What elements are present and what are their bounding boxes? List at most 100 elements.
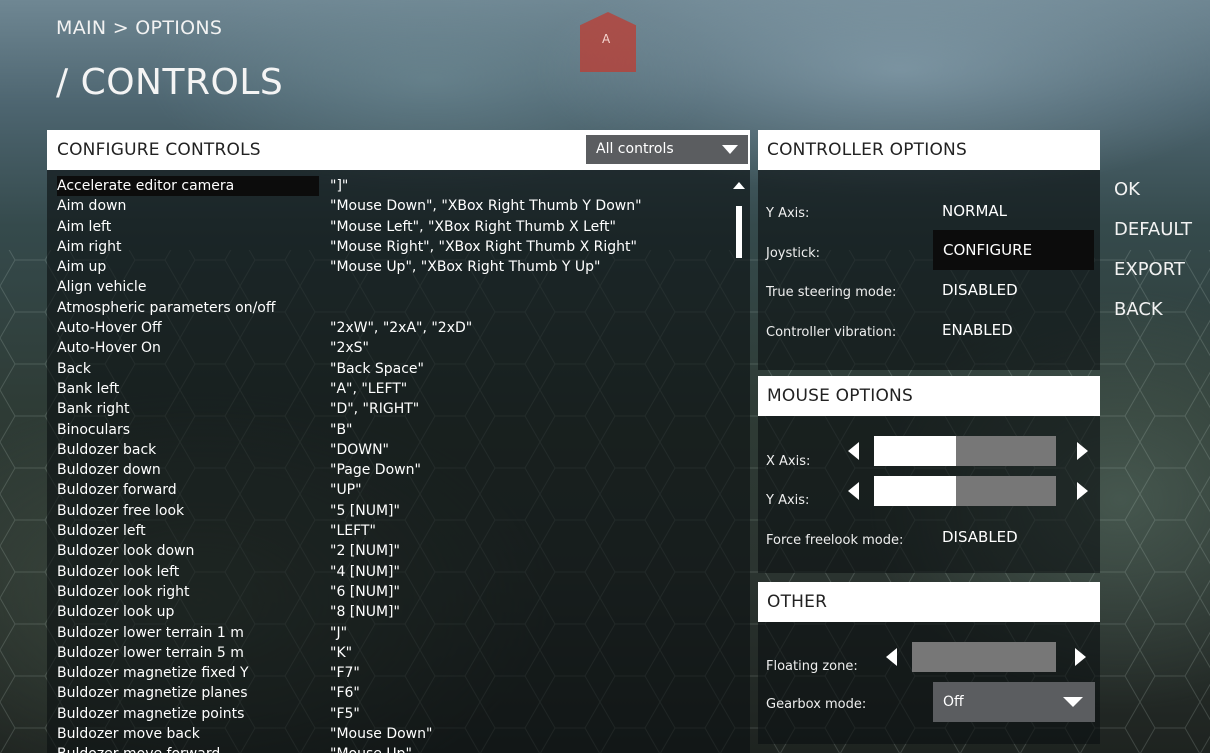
control-binding[interactable]: "Mouse Left", "XBox Right Thumb X Left" xyxy=(330,217,616,237)
control-binding[interactable]: "D", "RIGHT" xyxy=(330,399,419,419)
control-row[interactable]: Buldozer back "DOWN" xyxy=(47,440,732,460)
ok-button[interactable]: OK xyxy=(1114,178,1192,218)
control-row[interactable]: Buldozer move back "Mouse Down" xyxy=(47,724,732,744)
force-freelook-toggle[interactable]: DISABLED xyxy=(942,528,1018,546)
control-row[interactable]: Buldozer left "LEFT" xyxy=(47,521,732,541)
control-row[interactable]: Aim right "Mouse Right", "XBox Right Thum… xyxy=(47,237,732,257)
control-row[interactable]: Buldozer look left "4 [NUM]" xyxy=(47,562,732,582)
control-row[interactable]: Auto-Hover On "2xS" xyxy=(47,338,732,358)
slider-left-arrow-icon[interactable] xyxy=(848,442,859,460)
control-row[interactable]: Buldozer free look "5 [NUM]" xyxy=(47,501,732,521)
control-binding[interactable]: "J" xyxy=(330,623,347,643)
control-binding[interactable]: "A", "LEFT" xyxy=(330,379,407,399)
slider-right-arrow-icon[interactable] xyxy=(1075,648,1086,666)
control-row[interactable]: Bank right "D", "RIGHT" xyxy=(47,399,732,419)
control-row[interactable]: Buldozer lower terrain 5 m "K" xyxy=(47,643,732,663)
control-row[interactable]: Accelerate editor camera "]" xyxy=(47,176,732,196)
control-binding[interactable]: "Mouse Down", "XBox Right Thumb Y Down" xyxy=(330,196,642,216)
control-binding[interactable]: "UP" xyxy=(330,480,362,500)
controller-options-title: CONTROLLER OPTIONS xyxy=(767,140,967,160)
slider-right-arrow-icon[interactable] xyxy=(1077,442,1088,460)
control-row[interactable]: Aim up "Mouse Up", "XBox Right Thumb Y Up… xyxy=(47,257,732,277)
slider-right-arrow-icon[interactable] xyxy=(1077,482,1088,500)
scroll-thumb[interactable] xyxy=(736,206,742,258)
control-name: Auto-Hover Off xyxy=(57,320,162,337)
control-binding[interactable]: "Mouse Down" xyxy=(330,724,432,744)
control-binding[interactable]: "Back Space" xyxy=(330,359,424,379)
control-binding[interactable]: "Page Down" xyxy=(330,460,421,480)
other-options-panel: OTHER Floating zone: Gearbox mode: Off xyxy=(758,582,1100,744)
control-row[interactable]: Buldozer magnetize fixed Y "F7" xyxy=(47,663,732,683)
control-row[interactable]: Buldozer look up "8 [NUM]" xyxy=(47,602,732,622)
control-row[interactable]: Buldozer down "Page Down" xyxy=(47,460,732,480)
control-name: Buldozer magnetize fixed Y xyxy=(57,665,249,682)
control-binding[interactable]: "F6" xyxy=(330,683,360,703)
control-row[interactable]: Aim down "Mouse Down", "XBox Right Thumb … xyxy=(47,196,732,216)
control-binding[interactable]: "F5" xyxy=(330,704,360,724)
default-button[interactable]: DEFAULT xyxy=(1114,218,1192,258)
control-name: Aim down xyxy=(57,198,127,215)
slider-left-arrow-icon[interactable] xyxy=(886,648,897,666)
slider-track[interactable] xyxy=(874,436,1056,466)
slider-track[interactable] xyxy=(912,642,1056,672)
control-binding[interactable]: "F7" xyxy=(330,663,360,683)
control-row[interactable]: Buldozer look down "2 [NUM]" xyxy=(47,541,732,561)
control-row[interactable]: Buldozer forward "UP" xyxy=(47,480,732,500)
control-name: Buldozer left xyxy=(57,523,146,540)
slider-fill xyxy=(874,436,956,466)
control-binding[interactable]: "DOWN" xyxy=(330,440,389,460)
control-row[interactable]: Back "Back Space" xyxy=(47,359,732,379)
floating-zone-slider[interactable] xyxy=(886,642,1086,672)
slider-left-arrow-icon[interactable] xyxy=(848,482,859,500)
control-name: Aim left xyxy=(57,218,112,235)
scroll-up-icon[interactable] xyxy=(733,182,745,189)
joystick-label: Joystick: xyxy=(766,246,821,261)
control-binding[interactable]: "Mouse Up" xyxy=(330,744,412,753)
control-row[interactable]: Bank left "A", "LEFT" xyxy=(47,379,732,399)
control-binding[interactable]: "LEFT" xyxy=(330,521,376,541)
control-row[interactable]: Buldozer move forward "Mouse Up" xyxy=(47,744,732,753)
y-axis-invert-toggle[interactable]: NORMAL xyxy=(942,202,1007,220)
control-binding[interactable]: "8 [NUM]" xyxy=(330,602,400,622)
mouse-options-header: MOUSE OPTIONS xyxy=(758,376,1100,416)
slider-fill xyxy=(874,476,956,506)
control-row[interactable]: Buldozer magnetize planes "F6" xyxy=(47,683,732,703)
true-steering-toggle[interactable]: DISABLED xyxy=(942,281,1018,299)
control-row[interactable]: Atmospheric parameters on/off xyxy=(47,298,732,318)
control-binding[interactable]: "B" xyxy=(330,420,352,440)
slider-track[interactable] xyxy=(874,476,1056,506)
controls-scrollbar[interactable] xyxy=(733,178,745,268)
control-row[interactable]: Buldozer magnetize points "F5" xyxy=(47,704,732,724)
control-binding[interactable]: "]" xyxy=(330,176,348,196)
control-row[interactable]: Buldozer lower terrain 1 m "J" xyxy=(47,623,732,643)
control-binding[interactable]: "2xW", "2xA", "2xD" xyxy=(330,318,472,338)
gearbox-mode-select[interactable]: Off xyxy=(933,682,1095,722)
control-binding[interactable]: "Mouse Right", "XBox Right Thumb X Right… xyxy=(330,237,637,257)
control-row[interactable]: Binoculars "B" xyxy=(47,420,732,440)
configure-controls-panel: CONFIGURE CONTROLS All controls Accelera… xyxy=(47,130,750,753)
controls-filter-select[interactable]: All controls xyxy=(586,135,748,164)
control-name: Buldozer free look xyxy=(57,502,185,519)
export-button[interactable]: EXPORT xyxy=(1114,258,1192,298)
control-binding[interactable]: "2 [NUM]" xyxy=(330,541,400,561)
control-name: Auto-Hover On xyxy=(57,340,161,357)
control-row[interactable]: Aim left "Mouse Left", "XBox Right Thumb … xyxy=(47,217,732,237)
gearbox-mode-value: Off xyxy=(943,694,964,710)
control-row[interactable]: Auto-Hover Off "2xW", "2xA", "2xD" xyxy=(47,318,732,338)
control-row[interactable]: Align vehicle xyxy=(47,277,732,297)
control-binding[interactable]: "4 [NUM]" xyxy=(330,562,400,582)
control-binding[interactable]: "Mouse Up", "XBox Right Thumb Y Up" xyxy=(330,257,600,277)
mouse-x-axis-slider[interactable] xyxy=(848,436,1088,466)
control-binding[interactable]: "6 [NUM]" xyxy=(330,582,400,602)
controller-vibration-toggle[interactable]: ENABLED xyxy=(942,321,1013,339)
control-binding[interactable]: "K" xyxy=(330,643,352,663)
breadcrumb[interactable]: MAIN > OPTIONS xyxy=(56,17,222,39)
mouse-y-axis-slider[interactable] xyxy=(848,476,1088,506)
control-binding[interactable]: "5 [NUM]" xyxy=(330,501,400,521)
control-row[interactable]: Buldozer look right "6 [NUM]" xyxy=(47,582,732,602)
joystick-configure-button[interactable]: CONFIGURE xyxy=(933,230,1094,270)
back-button[interactable]: BACK xyxy=(1114,298,1192,338)
control-binding[interactable]: "2xS" xyxy=(330,338,369,358)
floating-zone-label: Floating zone: xyxy=(766,659,858,674)
controls-list: Accelerate editor camera "]" Aim down "Mous… xyxy=(47,176,732,753)
